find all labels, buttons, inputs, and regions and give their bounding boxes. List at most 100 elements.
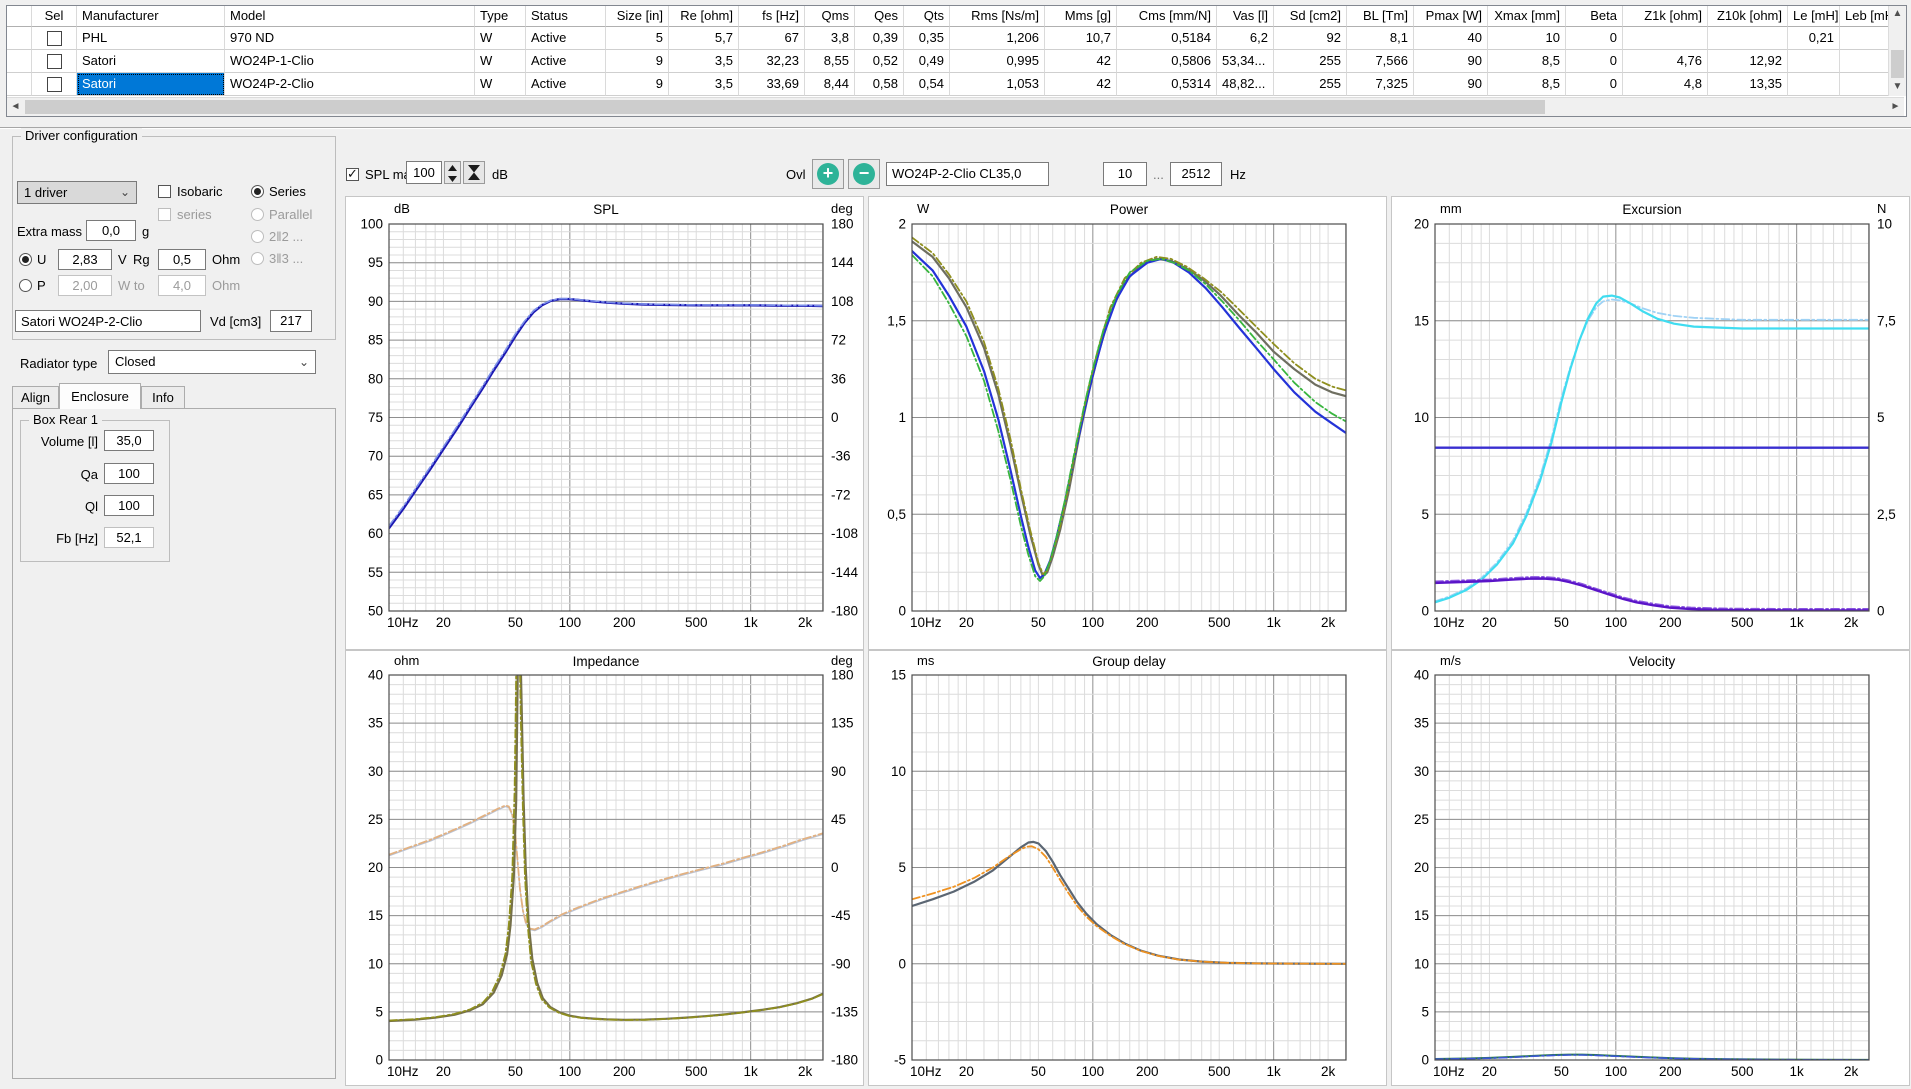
table-cell[interactable]: 0,995 (950, 50, 1045, 73)
table-cell[interactable]: Satori (77, 73, 225, 96)
table-cell[interactable] (7, 73, 32, 96)
spl-max-spinner[interactable] (444, 161, 461, 184)
table-vertical-scrollbar[interactable]: ▲ ▼ (1888, 6, 1906, 96)
table-cell[interactable]: 42 (1045, 50, 1117, 73)
table-cell[interactable]: 13,35 (1708, 73, 1788, 96)
table-cell[interactable]: W (475, 73, 526, 96)
table-cell[interactable]: 4,8 (1623, 73, 1708, 96)
table-cell[interactable]: Active (526, 27, 606, 50)
table-cell[interactable]: 5,7 (669, 27, 739, 50)
freq-high-field[interactable]: 2512 (1170, 162, 1222, 186)
table-cell[interactable]: 1,206 (950, 27, 1045, 50)
volume-field[interactable]: 35,0 (104, 430, 154, 451)
table-cell[interactable]: 3,5 (669, 73, 739, 96)
table-cell[interactable]: 0,49 (904, 50, 950, 73)
table-cell[interactable]: 3,8 (805, 27, 855, 50)
table-cell[interactable]: 48,82... (1217, 73, 1274, 96)
table-cell[interactable]: 0,58 (855, 73, 904, 96)
table-cell[interactable]: 6,2 (1217, 27, 1274, 50)
table-cell[interactable]: 10,7 (1045, 27, 1117, 50)
table-cell[interactable]: 42 (1045, 73, 1117, 96)
row-select-checkbox[interactable] (47, 54, 62, 69)
table-cell[interactable] (32, 27, 77, 50)
table-cell[interactable]: 8,5 (1488, 73, 1566, 96)
table-cell[interactable] (7, 50, 32, 73)
table-cell[interactable]: Active (526, 50, 606, 73)
table-cell[interactable]: PHL (77, 27, 225, 50)
scrollbar-thumb[interactable] (1891, 50, 1904, 78)
scroll-up-arrow-icon[interactable]: ▲ (1889, 6, 1906, 23)
table-cell[interactable]: 0,5184 (1117, 27, 1217, 50)
table-cell[interactable]: 0,35 (904, 27, 950, 50)
fb-field[interactable]: 52,1 (104, 527, 154, 548)
voltage-field[interactable]: 2,83 (58, 249, 112, 270)
scroll-down-arrow-icon[interactable]: ▼ (1889, 79, 1906, 96)
tab-align[interactable]: Align (12, 386, 59, 409)
table-cell[interactable]: 7,325 (1347, 73, 1414, 96)
overlay-name-field[interactable]: WO24P-2-Clio CL35,0 (886, 162, 1049, 186)
table-cell[interactable] (1788, 50, 1840, 73)
table-row[interactable]: PHL970 NDWActive55,7673,80,390,351,20610… (7, 27, 1889, 50)
table-cell[interactable]: 12,92 (1708, 50, 1788, 73)
table-cell[interactable]: 0,54 (904, 73, 950, 96)
table-cell[interactable]: 0,21 (1788, 27, 1840, 50)
scroll-left-arrow-icon[interactable]: ◄ (7, 98, 24, 115)
table-cell[interactable] (7, 27, 32, 50)
table-cell[interactable]: 90 (1414, 73, 1488, 96)
rg-field[interactable]: 0,5 (158, 249, 206, 270)
table-cell[interactable]: 255 (1274, 73, 1347, 96)
overlay-add-button[interactable]: + (812, 159, 844, 189)
table-cell[interactable]: 0 (1566, 73, 1623, 96)
table-cell[interactable] (32, 73, 77, 96)
table-cell[interactable]: 9 (606, 73, 669, 96)
table-cell[interactable] (1840, 73, 1889, 96)
table-cell[interactable]: 0,5806 (1117, 50, 1217, 73)
row-select-checkbox[interactable] (47, 31, 62, 46)
table-cell[interactable]: 255 (1274, 50, 1347, 73)
radiator-type-dropdown[interactable]: Closed ⌄ (108, 350, 316, 374)
table-cell[interactable]: 7,566 (1347, 50, 1414, 73)
table-cell[interactable]: 67 (739, 27, 805, 50)
table-cell[interactable]: 0,5314 (1117, 73, 1217, 96)
table-cell[interactable]: 970 ND (225, 27, 475, 50)
scroll-right-arrow-icon[interactable]: ► (1887, 98, 1904, 115)
table-cell[interactable]: W (475, 27, 526, 50)
driver-name-field[interactable]: Satori WO24P-2-Clio (15, 310, 201, 332)
table-cell[interactable]: 90 (1414, 50, 1488, 73)
table-cell[interactable]: 40 (1414, 27, 1488, 50)
table-cell[interactable]: 33,69 (739, 73, 805, 96)
table-cell[interactable]: 0,39 (855, 27, 904, 50)
table-cell[interactable] (1840, 27, 1889, 50)
table-cell[interactable]: 8,55 (805, 50, 855, 73)
row-select-checkbox[interactable] (47, 77, 62, 92)
table-cell[interactable]: WO24P-1-Clio (225, 50, 475, 73)
freq-low-field[interactable]: 10 (1103, 162, 1147, 186)
fit-scale-button[interactable] (463, 161, 485, 184)
table-cell[interactable]: 10 (1488, 27, 1566, 50)
series-radio[interactable] (251, 185, 264, 198)
table-cell[interactable]: 0 (1566, 27, 1623, 50)
table-cell[interactable]: 0 (1566, 50, 1623, 73)
table-cell[interactable] (32, 50, 77, 73)
table-cell[interactable]: W (475, 50, 526, 73)
qa-field[interactable]: 100 (104, 463, 154, 484)
driver-count-dropdown[interactable]: 1 driver ⌄ (17, 181, 137, 204)
table-cell[interactable]: 0,52 (855, 50, 904, 73)
tab-info[interactable]: Info (141, 386, 185, 409)
table-cell[interactable]: Satori (77, 50, 225, 73)
table-cell[interactable]: 92 (1274, 27, 1347, 50)
overlay-remove-button[interactable]: − (848, 159, 880, 189)
table-cell[interactable] (1788, 73, 1840, 96)
table-cell[interactable] (1708, 27, 1788, 50)
table-cell[interactable]: 4,76 (1623, 50, 1708, 73)
table-cell[interactable]: 32,23 (739, 50, 805, 73)
spl-max-field[interactable]: 100 (406, 161, 442, 184)
table-cell[interactable]: WO24P-2-Clio (225, 73, 475, 96)
extra-mass-field[interactable]: 0,0 (86, 220, 136, 241)
table-row[interactable]: SatoriWO24P-2-ClioWActive93,533,698,440,… (7, 73, 1889, 96)
vd-field[interactable]: 217 (270, 310, 312, 332)
table-row[interactable]: SatoriWO24P-1-ClioWActive93,532,238,550,… (7, 50, 1889, 73)
table-cell[interactable]: 8,44 (805, 73, 855, 96)
table-cell[interactable]: Active (526, 73, 606, 96)
scrollbar-thumb[interactable] (25, 100, 1545, 114)
